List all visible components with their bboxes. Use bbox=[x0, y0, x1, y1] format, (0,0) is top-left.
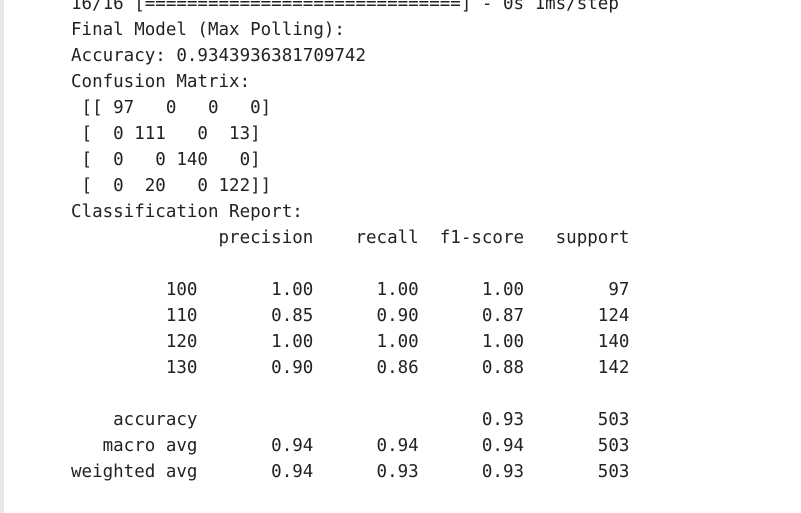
report-class-row: 120 1.00 1.00 1.00 140 bbox=[71, 332, 630, 352]
model-title-line: Final Model (Max Polling): bbox=[71, 20, 345, 40]
report-weighted-avg-row: weighted avg 0.94 0.93 0.93 503 bbox=[71, 462, 630, 482]
accuracy-line: Accuracy: 0.9343936381709742 bbox=[71, 46, 367, 66]
confusion-matrix-row: [[ 97 0 0 0] bbox=[71, 98, 272, 118]
report-macro-avg-row: macro avg 0.94 0.94 0.94 503 bbox=[71, 436, 630, 456]
confusion-matrix-row: [ 0 20 0 122]] bbox=[71, 176, 272, 196]
report-header-row: precision recall f1-score support bbox=[71, 228, 630, 248]
report-class-row: 110 0.85 0.90 0.87 124 bbox=[71, 306, 630, 326]
progress-line: 16/16 [==============================] -… bbox=[71, 0, 619, 14]
cell-output: 16/16 [==============================] -… bbox=[71, 0, 629, 485]
classification-report-heading: Classification Report: bbox=[71, 202, 303, 222]
report-class-row: 100 1.00 1.00 1.00 97 bbox=[71, 280, 630, 300]
confusion-matrix-row: [ 0 0 140 0] bbox=[71, 150, 261, 170]
output-area-border bbox=[0, 0, 4, 513]
confusion-matrix-row: [ 0 111 0 13] bbox=[71, 124, 261, 144]
report-class-row: 130 0.90 0.86 0.88 142 bbox=[71, 358, 630, 378]
report-accuracy-row: accuracy 0.93 503 bbox=[71, 410, 630, 430]
confusion-matrix-heading: Confusion Matrix: bbox=[71, 72, 251, 92]
